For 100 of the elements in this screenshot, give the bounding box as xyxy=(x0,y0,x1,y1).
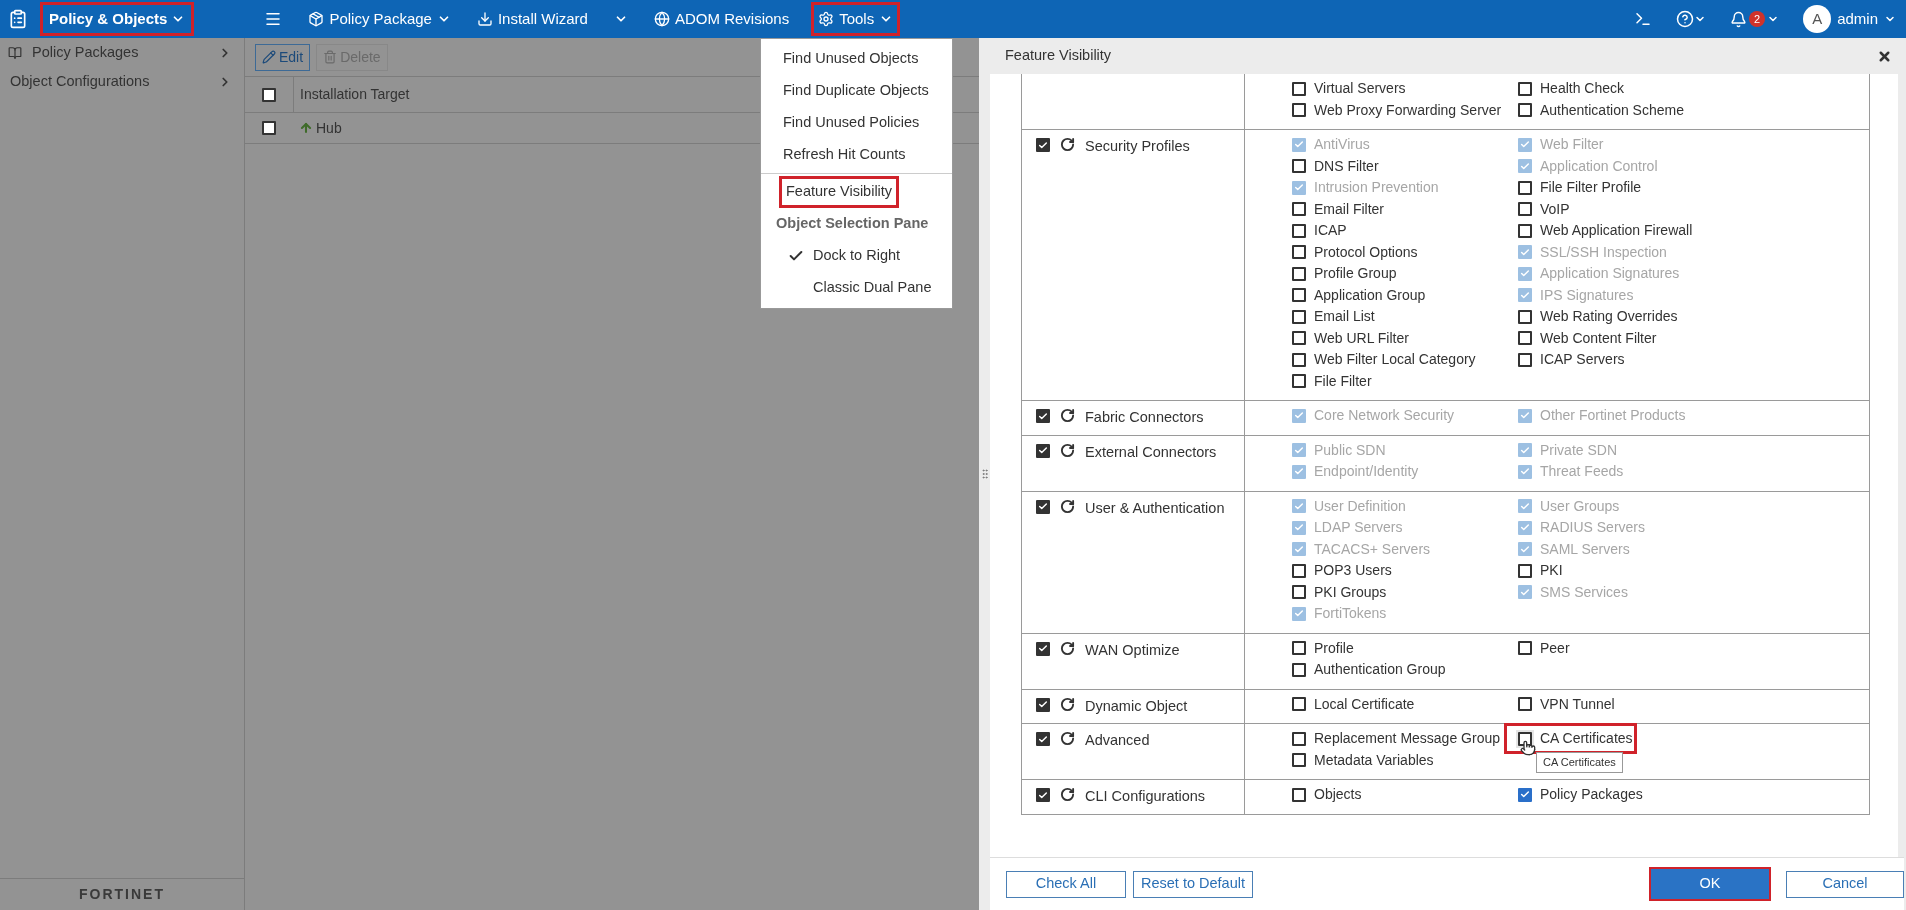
module-menu[interactable]: Policy & Objects xyxy=(40,2,195,36)
check-all-button[interactable]: Check All xyxy=(1006,870,1126,898)
menu-item[interactable]: Find Duplicate Objects xyxy=(779,78,933,104)
menu-icon[interactable] xyxy=(264,10,283,28)
bell-icon[interactable] xyxy=(1730,10,1748,28)
checkbox[interactable] xyxy=(1292,563,1306,578)
reset-button[interactable]: Reset to Default xyxy=(1133,870,1253,898)
checkbox[interactable] xyxy=(1518,309,1532,324)
reset-icon[interactable] xyxy=(1060,137,1075,152)
checkbox[interactable] xyxy=(1292,288,1306,303)
sidebar-item[interactable]: Object Configurations xyxy=(0,67,244,96)
checkbox[interactable] xyxy=(1036,138,1050,152)
option-label: Intrusion Prevention xyxy=(1314,178,1439,198)
checkbox[interactable] xyxy=(1292,731,1306,746)
checkbox[interactable] xyxy=(1036,641,1050,656)
check-icon xyxy=(1038,643,1048,654)
option-label: AntiVirus xyxy=(1314,135,1370,155)
checkbox[interactable] xyxy=(1518,103,1532,118)
checkbox[interactable] xyxy=(1518,180,1532,195)
checkbox[interactable] xyxy=(1518,331,1532,346)
reset-icon[interactable] xyxy=(1060,442,1075,458)
reset-icon[interactable] xyxy=(1060,498,1075,514)
sidebar-item[interactable]: Policy Packages xyxy=(0,38,244,67)
check-icon xyxy=(1294,444,1304,456)
check-icon xyxy=(1520,500,1530,512)
check-icon xyxy=(1520,444,1530,456)
nav-menu[interactable]: Policy Package xyxy=(304,2,455,36)
option-label: File Filter Profile xyxy=(1540,178,1642,198)
checkbox[interactable] xyxy=(262,87,276,102)
checkbox[interactable] xyxy=(1292,202,1306,217)
checkbox[interactable] xyxy=(1292,266,1306,281)
checkbox[interactable] xyxy=(1518,787,1532,802)
checkbox[interactable] xyxy=(1518,352,1532,367)
reset-icon[interactable] xyxy=(1060,731,1075,746)
checkbox[interactable] xyxy=(1518,563,1532,578)
checkbox[interactable] xyxy=(1036,409,1050,423)
checkbox[interactable] xyxy=(1292,374,1306,389)
nav-menu[interactable]: Install Wizard xyxy=(472,2,592,36)
checkbox[interactable] xyxy=(1292,662,1306,677)
user-name[interactable]: admin xyxy=(1837,7,1878,31)
cancel-button[interactable]: Cancel xyxy=(1786,870,1904,898)
option-label: CA Certificates xyxy=(1540,729,1633,749)
nav-menu[interactable]: Tools xyxy=(811,2,901,36)
checkbox[interactable] xyxy=(1292,245,1306,260)
checkbox[interactable] xyxy=(1518,223,1532,238)
checkbox[interactable] xyxy=(1518,697,1532,712)
checkbox[interactable] xyxy=(1292,309,1306,324)
drag-handle-icon[interactable] xyxy=(979,468,991,480)
checkbox[interactable] xyxy=(1518,81,1532,96)
checkbox[interactable] xyxy=(1518,202,1532,217)
menu-item[interactable]: Feature Visibility xyxy=(779,176,900,208)
category-label: WAN Optimize xyxy=(1085,640,1180,660)
menu-item[interactable]: Refresh Hit Counts xyxy=(779,142,910,168)
clipboard-icon[interactable] xyxy=(8,9,28,29)
reset-icon[interactable] xyxy=(1060,408,1075,423)
checkbox[interactable] xyxy=(1036,443,1050,458)
menu-item[interactable]: Classic Dual Pane xyxy=(813,277,932,299)
checkbox[interactable] xyxy=(1292,331,1306,346)
checkbox[interactable] xyxy=(1292,641,1306,656)
checkbox[interactable] xyxy=(1292,697,1306,712)
ok-button[interactable]: OK xyxy=(1651,869,1769,899)
hand-cursor-icon xyxy=(1520,740,1536,756)
checkbox[interactable] xyxy=(1036,732,1050,746)
checkbox[interactable] xyxy=(1518,731,1532,746)
menu-item[interactable]: Find Unused Policies xyxy=(779,110,924,136)
checkbox[interactable] xyxy=(1518,641,1532,656)
close-icon[interactable] xyxy=(1877,48,1892,64)
check-icon xyxy=(1520,246,1530,258)
reset-icon[interactable] xyxy=(1060,696,1075,712)
checkbox[interactable] xyxy=(1292,81,1306,96)
option-label: Replacement Message Group xyxy=(1314,729,1500,749)
checkbox[interactable] xyxy=(1292,159,1306,174)
trash-icon xyxy=(323,50,338,64)
menu-item[interactable]: Dock to Right xyxy=(813,245,901,267)
checkbox[interactable] xyxy=(1292,787,1306,802)
checkbox[interactable] xyxy=(262,121,276,135)
nav-menu[interactable]: ADOM Revisions xyxy=(649,2,794,36)
check-icon xyxy=(1038,789,1048,801)
menu-item[interactable]: Find Unused Objects xyxy=(779,46,923,72)
help-icon[interactable] xyxy=(1676,10,1695,28)
checkbox[interactable] xyxy=(1292,223,1306,238)
reset-icon[interactable] xyxy=(1060,787,1075,802)
settings-icon xyxy=(818,11,835,27)
checkbox[interactable] xyxy=(1036,788,1050,802)
column-header[interactable]: Installation Target xyxy=(300,84,410,105)
category-label: Dynamic Object xyxy=(1085,696,1188,716)
reset-icon[interactable] xyxy=(1060,640,1075,656)
option-label: Web Rating Overrides xyxy=(1540,307,1678,327)
option-label: Other Fortinet Products xyxy=(1540,406,1686,426)
checkbox[interactable] xyxy=(1292,753,1306,768)
option-label: ICAP xyxy=(1314,221,1347,241)
avatar[interactable]: A xyxy=(1803,5,1832,33)
checkbox[interactable] xyxy=(1292,103,1306,118)
terminal-icon[interactable] xyxy=(1634,10,1653,28)
checkbox[interactable] xyxy=(1036,697,1050,712)
checkbox[interactable] xyxy=(1292,585,1306,600)
package-icon xyxy=(308,11,325,27)
checkbox[interactable] xyxy=(1292,352,1306,367)
option-label: Private SDN xyxy=(1540,440,1618,460)
checkbox[interactable] xyxy=(1036,499,1050,514)
